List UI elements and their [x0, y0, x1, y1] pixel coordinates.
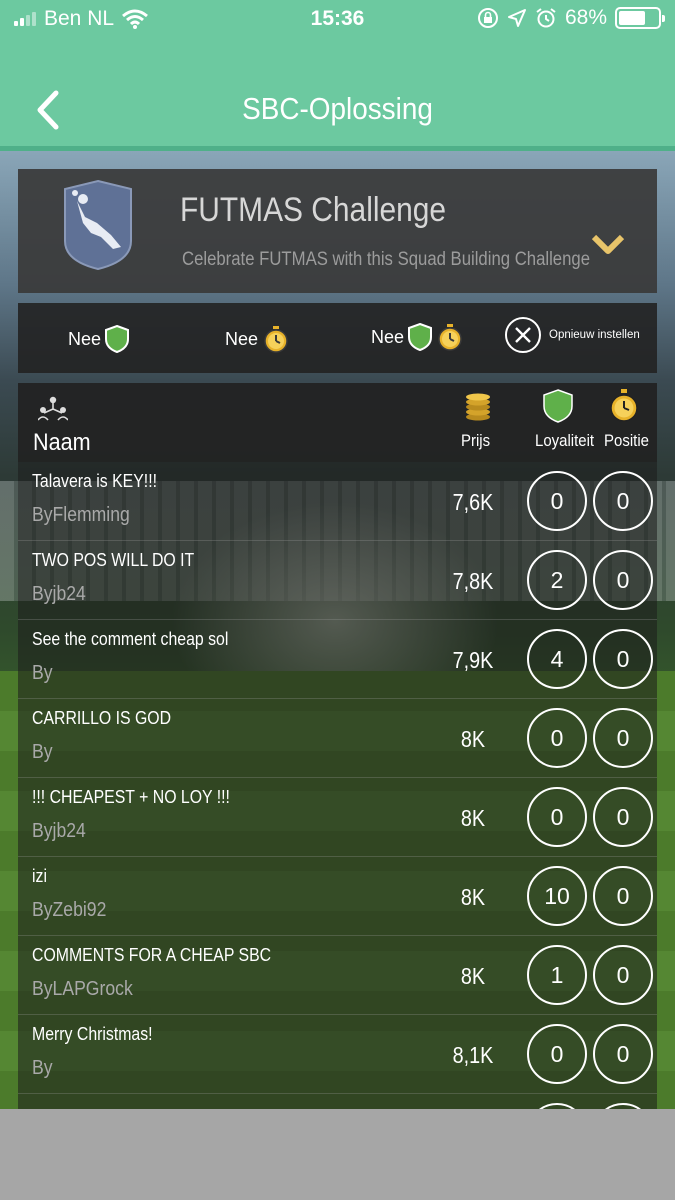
solution-price: 7,9K — [452, 647, 494, 673]
loyalty-count: 4 — [527, 629, 587, 689]
top-bar: Ben NL 15:36 68% SBC-Oplossing — [0, 0, 675, 151]
status-bar: Ben NL 15:36 68% — [0, 0, 675, 40]
table-header: Naam Prijs Loyaliteit Positie — [18, 383, 657, 462]
solution-author: By — [32, 662, 53, 684]
challenge-title: FUTMAS Challenge — [180, 191, 447, 229]
table-row[interactable]: COMMENTS FOR A CHEAP SBC ByLAPGrock 8K 1… — [18, 936, 657, 1015]
position-count: 0 — [593, 550, 653, 610]
solution-price: 8,1K — [452, 1042, 494, 1068]
squad-icon — [38, 396, 68, 421]
solution-price: 8K — [460, 884, 486, 910]
stopwatch-icon — [264, 326, 288, 353]
solution-author: By — [32, 741, 53, 763]
stopwatch-icon — [438, 324, 462, 351]
solution-price: 8K — [460, 805, 486, 831]
solution-price: 8K — [460, 726, 486, 752]
filter-position-label: Nee — [225, 328, 259, 349]
loyalty-count: 0 — [527, 1024, 587, 1084]
loyalty-count: 0 — [527, 787, 587, 847]
table-row-partial[interactable] — [18, 1094, 657, 1109]
stopwatch-icon — [610, 389, 638, 422]
col-header-price[interactable]: Prijs — [461, 431, 490, 451]
loyalty-count — [527, 1103, 587, 1109]
solution-title: COMMENTS FOR A CHEAP SBC — [32, 945, 272, 965]
filter-position[interactable]: Nee — [225, 325, 290, 353]
table-row[interactable]: izi ByZebi92 8K 10 0 — [18, 857, 657, 936]
loyalty-count: 10 — [527, 866, 587, 926]
reset-button[interactable]: Opnieuw instellen — [505, 317, 640, 353]
table-row[interactable]: TWO POS WILL DO IT Byjb24 7,8K 2 0 — [18, 541, 657, 620]
table-row[interactable]: Merry Christmas! By 8,1K 0 0 — [18, 1015, 657, 1094]
page-title: SBC-Oplossing — [242, 91, 433, 126]
solutions-list: Talavera is KEY!!! ByFlemming 7,6K 0 0 T… — [18, 462, 657, 1109]
position-count: 0 — [593, 708, 653, 768]
solution-price: 7,8K — [452, 568, 494, 594]
solution-title: TWO POS WILL DO IT — [32, 550, 195, 570]
solution-title: CARRILLO IS GOD — [32, 708, 172, 728]
solution-author: ByLAPGrock — [32, 978, 133, 1000]
loyalty-count: 2 — [527, 550, 587, 610]
battery-percent: 68% — [564, 6, 607, 29]
filter-loyalty[interactable]: Nee — [68, 325, 130, 353]
filter-both[interactable]: Nee — [371, 323, 464, 351]
coins-icon — [466, 393, 490, 421]
shield-icon — [543, 389, 573, 423]
reset-label: Opnieuw instellen — [549, 329, 640, 341]
solution-author: ByZebi92 — [32, 899, 107, 921]
filter-loyalty-label: Nee — [68, 328, 102, 349]
status-right: 68% — [477, 6, 665, 30]
challenge-card[interactable]: FUTMAS Challenge Celebrate FUTMAS with t… — [18, 169, 657, 293]
position-count: 0 — [593, 866, 653, 926]
orientation-lock-icon — [477, 8, 498, 28]
battery-icon — [615, 7, 665, 29]
position-count: 0 — [593, 787, 653, 847]
col-header-loyalty[interactable]: Loyaliteit — [535, 431, 594, 451]
solution-price: 7,6K — [452, 489, 494, 515]
loyalty-count: 0 — [527, 471, 587, 531]
alarm-icon — [536, 8, 556, 28]
table-row[interactable]: !!! CHEAPEST + NO LOY !!! Byjb24 8K 0 0 — [18, 778, 657, 857]
col-header-name[interactable]: Naam — [33, 429, 91, 457]
filter-both-label: Nee — [371, 326, 405, 347]
position-count: 0 — [593, 629, 653, 689]
shield-icon — [408, 323, 433, 351]
col-header-position[interactable]: Positie — [604, 431, 649, 451]
location-icon — [507, 9, 526, 27]
loyalty-count: 0 — [527, 708, 587, 768]
solution-author: Byjb24 — [32, 583, 86, 605]
solution-author: By — [32, 1057, 53, 1079]
solution-title: izi — [32, 866, 47, 886]
position-count: 0 — [593, 471, 653, 531]
position-count — [593, 1103, 653, 1109]
solution-author: Byjb24 — [32, 820, 86, 842]
solution-title: See the comment cheap sol — [32, 629, 229, 649]
solution-price: 8K — [460, 963, 486, 989]
goalkeeper-badge-icon — [64, 179, 132, 271]
solution-title: !!! CHEAPEST + NO LOY !!! — [32, 787, 230, 807]
table-row[interactable]: See the comment cheap sol By 7,9K 4 0 — [18, 620, 657, 699]
position-count: 0 — [593, 945, 653, 1005]
loyalty-count: 1 — [527, 945, 587, 1005]
shield-icon — [105, 325, 130, 353]
solution-title: Merry Christmas! — [32, 1024, 153, 1044]
solution-title: Talavera is KEY!!! — [32, 471, 158, 491]
chevron-down-icon[interactable] — [591, 233, 625, 257]
table-row[interactable]: CARRILLO IS GOD By 8K 0 0 — [18, 699, 657, 778]
solution-author: ByFlemming — [32, 504, 130, 526]
position-count: 0 — [593, 1024, 653, 1084]
filter-bar: Nee Nee Nee Opnieuw instellen — [18, 303, 657, 373]
table-row[interactable]: Talavera is KEY!!! ByFlemming 7,6K 0 0 — [18, 462, 657, 541]
close-icon — [505, 317, 541, 353]
challenge-subtitle: Celebrate FUTMAS with this Squad Buildin… — [182, 249, 591, 270]
